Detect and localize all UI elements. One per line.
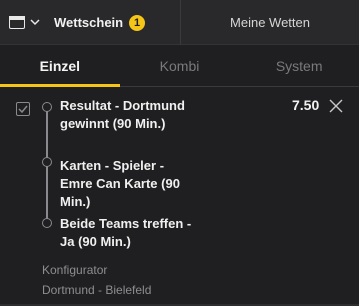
checkbox-icon[interactable]: [16, 102, 30, 116]
selection-1: Resultat - Dortmund gewinnt (90 Min.): [60, 98, 185, 131]
tab-einzel[interactable]: Einzel: [0, 46, 120, 87]
selection-2: Karten - Spieler - Emre Can Karte (90 Mi…: [60, 158, 180, 209]
selection-timeline: [42, 101, 52, 229]
timeline-dot: [42, 218, 52, 228]
selection-3: Beide Teams treffen - Ja (90 Min.): [60, 216, 192, 249]
tab-system[interactable]: System: [239, 46, 359, 86]
tab-kombi[interactable]: Kombi: [120, 46, 240, 86]
betslip-count-badge: 1: [129, 14, 146, 31]
chevron-down-icon[interactable]: [30, 18, 40, 28]
close-icon[interactable]: [329, 99, 343, 113]
betslip-header: Wettschein 1 Meine Wetten: [0, 0, 359, 45]
timeline-dot: [42, 157, 52, 167]
my-bets-tab[interactable]: Meine Wetten: [181, 0, 359, 45]
betslip-tab[interactable]: Wettschein 1: [0, 0, 181, 45]
bet-type-tabs: Einzel Kombi System: [0, 46, 359, 87]
timeline-dot: [42, 102, 52, 112]
wallet-icon[interactable]: [8, 16, 25, 29]
market-type-label: Konfigurator: [42, 263, 108, 277]
betslip-title: Wettschein: [54, 15, 124, 30]
event-label: Dortmund - Bielefeld: [42, 283, 152, 297]
odds-value: 7.50: [292, 97, 320, 113]
